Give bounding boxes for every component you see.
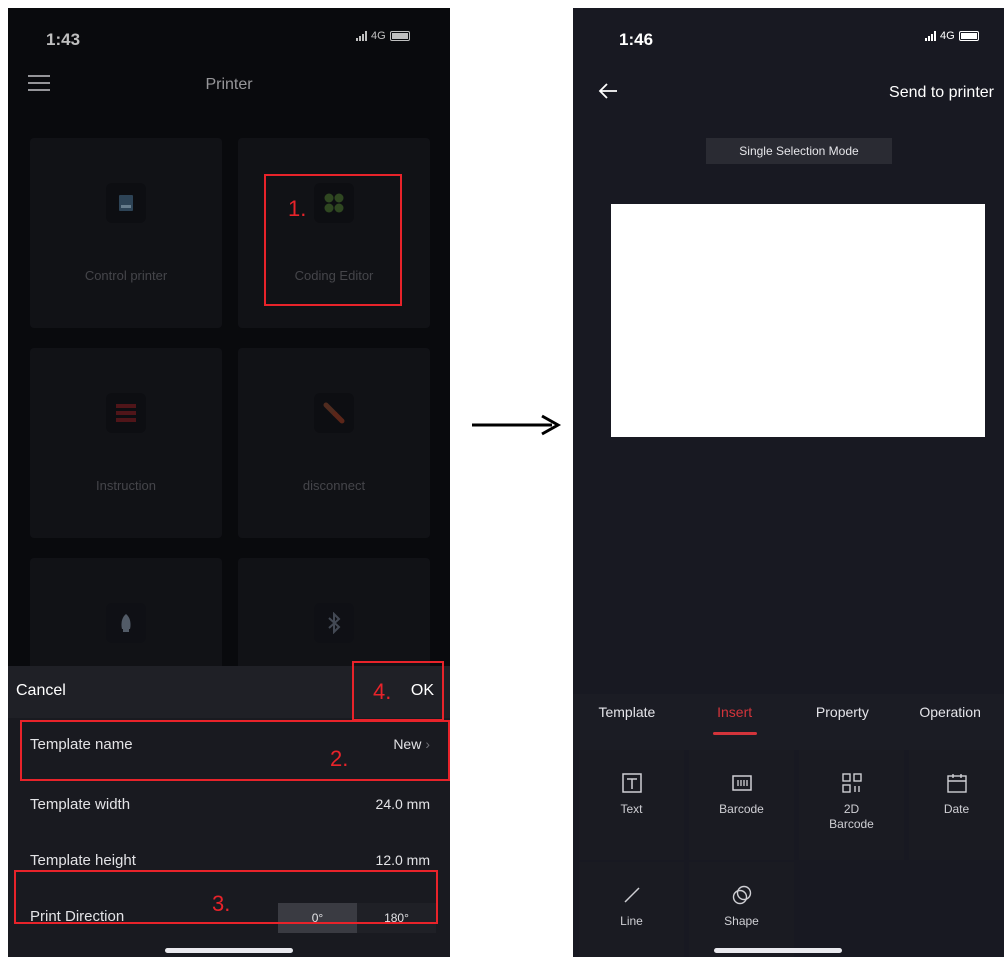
template-width-value: 24.0 mm [375, 796, 430, 812]
callout-number-1: 1. [288, 196, 307, 221]
signal-icon [925, 31, 936, 41]
left-phone-screen: 1:43 4G Printer Control printer Coding E… [8, 8, 450, 957]
tab-operation[interactable]: Operation [896, 694, 1004, 750]
modal-backdrop[interactable] [8, 8, 450, 666]
template-height-value: 12.0 mm [375, 852, 430, 868]
send-to-printer-button[interactable]: Send to printer [889, 84, 994, 102]
insert-2d-barcode-button[interactable]: 2D Barcode [799, 750, 904, 860]
editor-tab-bar: Template Insert Property Operation [573, 694, 1004, 750]
insert-line-button[interactable]: Line [579, 862, 684, 957]
tool-label: Shape [724, 914, 759, 928]
qr-code-icon [841, 773, 862, 793]
callout-box-2 [20, 720, 450, 781]
home-indicator [714, 948, 842, 953]
selection-mode-badge[interactable]: Single Selection Mode [706, 138, 892, 164]
text-icon [621, 773, 642, 793]
tab-property[interactable]: Property [789, 694, 897, 750]
shape-icon [732, 885, 751, 905]
status-time: 1:46 [619, 30, 654, 49]
status-signal: 4G [925, 30, 979, 42]
back-arrow-icon[interactable] [597, 80, 619, 102]
callout-box-1 [264, 174, 402, 306]
tool-label: Barcode [719, 802, 764, 816]
tool-label: Date [943, 802, 970, 816]
tool-label: Text [620, 802, 643, 816]
row-label: Template height [30, 852, 136, 869]
insert-barcode-button[interactable]: Barcode [689, 750, 794, 860]
status-bar: 1:46 4G [573, 8, 1004, 68]
row-label: Template width [30, 796, 131, 813]
calendar-icon [946, 774, 967, 793]
line-icon [623, 887, 640, 903]
label-canvas[interactable] [611, 204, 985, 437]
callout-number-2: 2. [330, 746, 349, 771]
flow-arrow-icon [472, 414, 562, 436]
barcode-icon [731, 775, 752, 791]
callout-box-4 [352, 661, 444, 721]
home-indicator [165, 948, 293, 953]
right-phone-screen: 1:46 4G Send to printer Single Selection… [573, 8, 1004, 957]
insert-date-button[interactable]: Date [909, 750, 1004, 860]
network-label: 4G [940, 30, 955, 42]
callout-number-3: 3. [212, 891, 231, 916]
tool-label: 2D Barcode [829, 802, 874, 831]
tab-template[interactable]: Template [573, 694, 681, 750]
row-template-width[interactable]: Template width 24.0 mm [8, 778, 450, 834]
tool-label: Line [620, 914, 643, 928]
tab-insert[interactable]: Insert [681, 694, 789, 750]
callout-number-4: 4. [373, 679, 392, 704]
battery-icon [958, 31, 979, 41]
insert-shape-button[interactable]: Shape [689, 862, 794, 957]
insert-text-button[interactable]: Text [579, 750, 684, 860]
cancel-button[interactable]: Cancel [16, 682, 66, 700]
